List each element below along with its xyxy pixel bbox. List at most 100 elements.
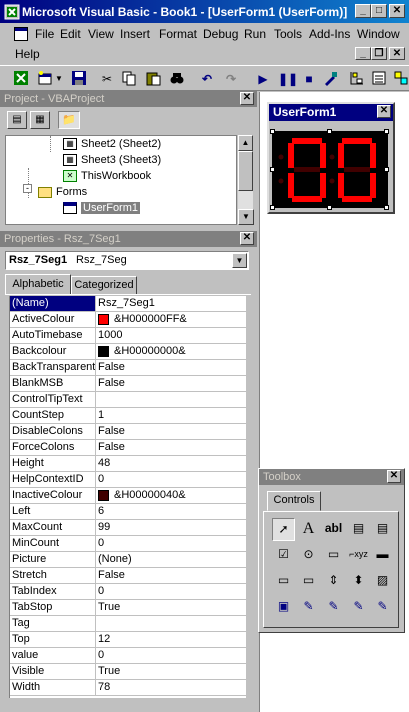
property-value[interactable]: 0 <box>96 536 246 551</box>
multipage-icon[interactable]: ▭ <box>297 570 320 593</box>
tree-item-forms[interactable]: Forms <box>38 186 87 198</box>
project-explorer-icon[interactable] <box>348 70 366 88</box>
property-row[interactable]: Visible True <box>10 664 246 680</box>
property-value[interactable]: False <box>96 568 246 583</box>
tree-item-sheet2[interactable]: ▦ Sheet2 (Sheet2) <box>63 138 161 151</box>
menu-insert[interactable]: Insert <box>120 27 150 41</box>
userform-close-button[interactable]: ✕ <box>377 105 391 118</box>
property-value[interactable]: &H00000000& <box>96 344 246 359</box>
custom-control-icon[interactable]: ✎ <box>297 596 320 619</box>
resize-handle[interactable] <box>384 205 389 210</box>
menu-file[interactable]: File <box>35 27 54 41</box>
find-icon[interactable] <box>168 70 186 88</box>
spinbutton-icon[interactable]: ⬍ <box>347 570 370 593</box>
property-value[interactable] <box>96 392 246 407</box>
properties-window-icon[interactable] <box>370 70 388 88</box>
menu-help[interactable]: Help <box>15 47 40 61</box>
insert-userform-icon[interactable] <box>36 70 54 88</box>
property-row[interactable]: value 0 <box>10 648 246 664</box>
tab-categorized[interactable]: Categorized <box>71 276 137 295</box>
property-value[interactable]: False <box>96 360 246 375</box>
property-value[interactable]: &H000000FF& <box>96 312 246 327</box>
menu-tools[interactable]: Tools <box>274 27 302 41</box>
menu-format[interactable]: Format <box>159 27 197 41</box>
property-row[interactable]: Width 78 <box>10 680 246 696</box>
property-row[interactable]: TabIndex 0 <box>10 584 246 600</box>
togglebutton-icon[interactable]: ▭ <box>322 544 345 567</box>
userform-designer[interactable]: UserForm1 ✕ <box>267 102 395 214</box>
property-row[interactable]: Tag <box>10 616 246 632</box>
view-code-button[interactable]: ▤ <box>7 111 27 129</box>
property-value[interactable]: (None) <box>96 552 246 567</box>
project-close-button[interactable]: ✕ <box>240 92 254 105</box>
property-row[interactable]: BlankMSB False <box>10 376 246 392</box>
property-value[interactable]: 0 <box>96 648 246 663</box>
close-button[interactable]: ✕ <box>389 4 405 18</box>
object-browser-icon[interactable] <box>392 70 409 88</box>
menu-view[interactable]: View <box>88 27 114 41</box>
paste-icon[interactable] <box>144 70 162 88</box>
property-row[interactable]: InactiveColour &H00000040& <box>10 488 246 504</box>
tabstrip-icon[interactable]: ▭ <box>272 570 295 593</box>
resize-handle[interactable] <box>384 167 389 172</box>
property-row[interactable]: Top 12 <box>10 632 246 648</box>
toggle-folders-button[interactable]: 📁 <box>58 111 80 129</box>
resize-handle[interactable] <box>327 129 332 134</box>
resize-handle[interactable] <box>270 205 275 210</box>
resize-handle[interactable] <box>327 205 332 210</box>
property-row[interactable]: MinCount 0 <box>10 536 246 552</box>
menu-edit[interactable]: Edit <box>60 27 81 41</box>
property-row[interactable]: ControlTipText <box>10 392 246 408</box>
property-row[interactable]: BackTransparent False <box>10 360 246 376</box>
property-value[interactable] <box>96 616 246 631</box>
redo-icon[interactable]: ↷ <box>222 70 240 88</box>
property-row[interactable]: Stretch False <box>10 568 246 584</box>
doc-minimize-button[interactable]: _ <box>355 47 371 60</box>
run-icon[interactable]: ▶ <box>254 70 272 88</box>
pointer-icon[interactable]: ➚ <box>272 518 295 541</box>
resize-handle[interactable] <box>270 129 275 134</box>
custom-control-icon[interactable]: ✎ <box>347 596 370 619</box>
tree-item-sheet3[interactable]: ▦ Sheet3 (Sheet3) <box>63 154 161 167</box>
property-value[interactable]: 99 <box>96 520 246 535</box>
scroll-up-icon[interactable]: ▲ <box>238 135 253 151</box>
seven-segment-display[interactable] <box>272 131 388 208</box>
resize-handle[interactable] <box>384 129 389 134</box>
property-row[interactable]: DisableColons False <box>10 424 246 440</box>
object-selector[interactable]: Rsz_7Seg1 Rsz_7Seg ▼ <box>5 251 249 270</box>
property-value[interactable]: 78 <box>96 680 246 695</box>
tree-item-thisworkbook[interactable]: ✕ ThisWorkbook <box>63 170 151 183</box>
property-row[interactable]: Picture (None) <box>10 552 246 568</box>
toolbox-close-button[interactable]: ✕ <box>387 470 401 483</box>
view-object-button[interactable]: ▦ <box>30 111 50 129</box>
custom-control-icon[interactable]: ✎ <box>371 596 394 619</box>
label-icon[interactable]: A <box>297 518 320 541</box>
property-row[interactable]: (Name) Rsz_7Seg1 <box>10 296 246 312</box>
tree-item-userform1[interactable]: UserForm1 <box>63 202 141 215</box>
property-row[interactable]: MaxCount 99 <box>10 520 246 536</box>
view-excel-icon[interactable] <box>12 70 30 88</box>
copy-icon[interactable] <box>120 70 138 88</box>
property-value[interactable]: 6 <box>96 504 246 519</box>
scrollbar-icon[interactable]: ⇕ <box>322 570 345 593</box>
undo-icon[interactable]: ↶ <box>198 70 216 88</box>
project-scrollbar[interactable]: ▲ ▼ <box>237 135 254 225</box>
property-row[interactable]: Height 48 <box>10 456 246 472</box>
menu-debug[interactable]: Debug <box>203 27 238 41</box>
image-icon[interactable]: ▨ <box>371 570 394 593</box>
property-value[interactable]: True <box>96 664 246 679</box>
menu-window[interactable]: Window <box>357 27 400 41</box>
property-row[interactable]: AutoTimebase 1000 <box>10 328 246 344</box>
save-icon[interactable] <box>70 70 88 88</box>
scroll-thumb[interactable] <box>238 151 253 191</box>
property-row[interactable]: Left 6 <box>10 504 246 520</box>
scroll-down-icon[interactable]: ▼ <box>238 209 254 225</box>
commandbutton-icon[interactable]: ▬ <box>371 544 394 567</box>
doc-restore-button[interactable]: ❐ <box>371 47 387 60</box>
checkbox-icon[interactable]: ☑ <box>272 544 295 567</box>
property-value[interactable]: False <box>96 424 246 439</box>
chevron-down-icon[interactable]: ▼ <box>232 253 247 268</box>
property-row[interactable]: Backcolour &H00000000& <box>10 344 246 360</box>
property-value[interactable]: &H00000040& <box>96 488 246 503</box>
custom-control-icon[interactable]: ✎ <box>322 596 345 619</box>
